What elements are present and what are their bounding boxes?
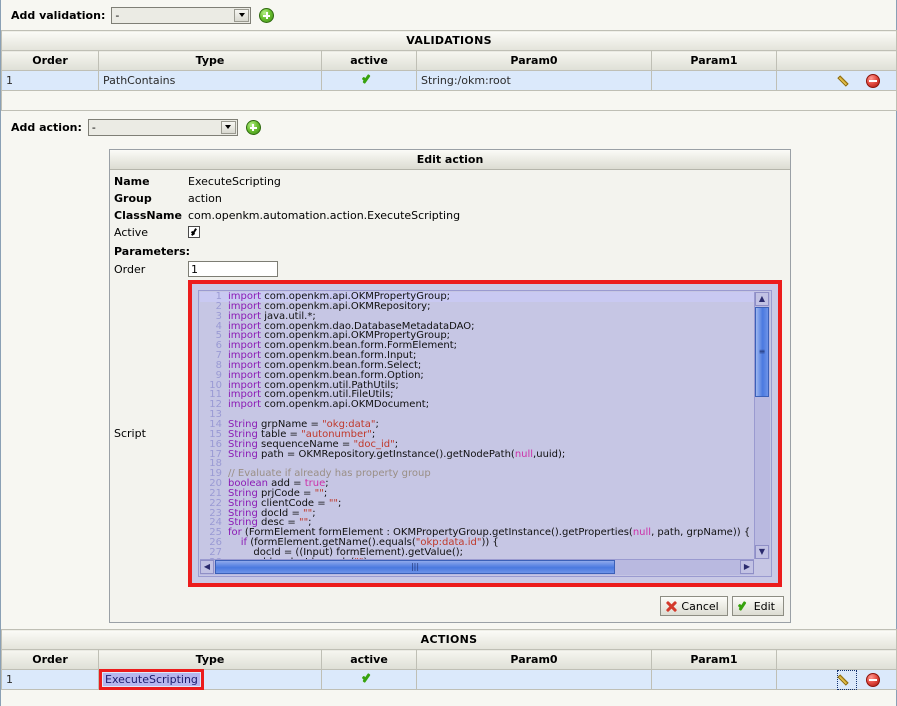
add-action-button[interactable] bbox=[245, 119, 261, 135]
column-header-order: Order bbox=[1, 649, 99, 670]
add-validation-select-value: - bbox=[115, 8, 120, 22]
column-header-active: active bbox=[321, 649, 417, 670]
delete-circle-icon[interactable] bbox=[866, 73, 881, 88]
add-validation-label: Add validation: bbox=[11, 8, 106, 22]
pencil-icon[interactable] bbox=[837, 74, 854, 88]
column-header-type: Type bbox=[98, 649, 322, 670]
field-group-value: action bbox=[188, 192, 222, 205]
add-validation-row: Add validation: - bbox=[1, 0, 896, 30]
validations-header-row: Order Type active Param0 Param1 bbox=[1, 50, 897, 71]
add-action-select-value: - bbox=[91, 120, 96, 134]
field-name-value: ExecuteScripting bbox=[188, 175, 281, 188]
validations-table: VALIDATIONS Order Type active Param0 Par… bbox=[0, 30, 897, 111]
edit-action-panel: Edit action Name ExecuteScripting Group … bbox=[109, 149, 791, 623]
column-header-param1: Param1 bbox=[651, 649, 777, 670]
column-header-actions bbox=[775, 649, 897, 670]
action-param0 bbox=[416, 669, 652, 690]
action-order: 1 bbox=[1, 669, 99, 690]
order-input[interactable] bbox=[188, 261, 278, 277]
add-action-select[interactable]: - bbox=[87, 118, 238, 136]
field-classname-value: com.openkm.automation.action.ExecuteScri… bbox=[188, 209, 461, 222]
actions-header-row: Order Type active Param0 Param1 bbox=[1, 649, 897, 670]
add-validation-button[interactable] bbox=[259, 7, 275, 23]
parameters-label: Parameters: bbox=[114, 245, 191, 258]
check-icon bbox=[362, 673, 376, 684]
editor-vertical-scrollbar[interactable]: ▲ ≡ ▼ bbox=[754, 292, 770, 559]
chevron-down-icon[interactable] bbox=[234, 8, 250, 22]
field-name-label: Name bbox=[114, 175, 150, 188]
edit-action-body: Name ExecuteScripting Group action Class… bbox=[110, 170, 790, 591]
actions-caption-row: ACTIONS bbox=[0, 629, 897, 650]
table-row[interactable]: 1 ExecuteScripting bbox=[1, 669, 897, 690]
automation-rule-editor-page: Add validation: - VALIDATIONS Order Type… bbox=[0, 0, 897, 706]
action-active-cell bbox=[321, 669, 417, 690]
actions-table: ACTIONS Order Type active Param0 Param1 … bbox=[0, 629, 897, 690]
field-active-label: Active bbox=[114, 226, 149, 239]
column-header-param0: Param0 bbox=[416, 649, 652, 670]
pencil-icon[interactable] bbox=[837, 669, 858, 690]
validations-caption-row: VALIDATIONS bbox=[0, 30, 897, 51]
order-row: Order bbox=[114, 261, 790, 277]
field-active-value bbox=[188, 226, 790, 241]
edit-button-label: Edit bbox=[753, 599, 775, 613]
field-name-row: Name ExecuteScripting bbox=[114, 175, 790, 188]
script-code-area[interactable]: 1 import com.openkm.api.OKMPropertyGroup;… bbox=[200, 292, 754, 559]
edit-action-buttons: Cancel Edit bbox=[110, 591, 790, 622]
validations-caption: VALIDATIONS bbox=[0, 30, 897, 51]
action-param1 bbox=[651, 669, 777, 690]
add-action-label: Add action: bbox=[11, 120, 82, 134]
field-group-row: Group action bbox=[114, 192, 790, 205]
horizontal-scroll-thumb[interactable]: ||| bbox=[215, 560, 615, 574]
edit-button[interactable]: Edit bbox=[731, 596, 784, 616]
delete-circle-icon[interactable] bbox=[866, 672, 881, 687]
add-validation-select[interactable]: - bbox=[111, 6, 252, 24]
script-editor-highlight-box: 1 import com.openkm.api.OKMPropertyGroup;… bbox=[188, 280, 782, 587]
active-checkbox[interactable] bbox=[188, 226, 200, 238]
edit-action-panel-wrap: Edit action Name ExecuteScripting Group … bbox=[1, 143, 896, 623]
validation-row-actions bbox=[775, 70, 897, 91]
scroll-up-icon[interactable]: ▲ bbox=[755, 292, 769, 306]
vertical-scroll-thumb[interactable]: ≡ bbox=[755, 307, 769, 397]
cancel-button-label: Cancel bbox=[681, 599, 719, 613]
action-type-cell: ExecuteScripting bbox=[98, 669, 322, 690]
table-row[interactable]: 1 PathContains String:/okm:root bbox=[1, 70, 897, 91]
column-header-type: Type bbox=[98, 50, 322, 71]
validation-order: 1 bbox=[1, 70, 99, 91]
script-code[interactable]: 1 import com.openkm.api.OKMPropertyGroup;… bbox=[200, 292, 754, 559]
scroll-right-icon[interactable]: ▶ bbox=[740, 560, 754, 574]
column-header-param1: Param1 bbox=[651, 50, 777, 71]
column-header-active: active bbox=[321, 50, 417, 71]
column-header-param0: Param0 bbox=[416, 50, 652, 71]
scroll-down-icon[interactable]: ▼ bbox=[755, 545, 769, 559]
table-spacer bbox=[0, 90, 897, 111]
validation-param0: String:/okm:root bbox=[416, 70, 652, 91]
script-label: Script bbox=[114, 427, 146, 440]
column-header-order: Order bbox=[1, 50, 99, 71]
action-row-actions bbox=[775, 669, 897, 690]
edit-check-icon bbox=[738, 601, 750, 612]
field-classname-label: ClassName bbox=[114, 209, 182, 222]
script-editor[interactable]: 1 import com.openkm.api.OKMPropertyGroup;… bbox=[198, 290, 772, 577]
field-active-row: Active bbox=[114, 226, 790, 241]
cancel-x-icon bbox=[666, 601, 677, 612]
cancel-button[interactable]: Cancel bbox=[660, 596, 728, 616]
editor-horizontal-scrollbar[interactable]: ◀ ||| ▶ bbox=[200, 559, 754, 575]
validation-param1 bbox=[651, 70, 777, 91]
add-action-row: Add action: - bbox=[1, 111, 896, 143]
column-header-actions bbox=[775, 50, 897, 71]
chevron-down-icon[interactable] bbox=[220, 120, 236, 134]
validation-type: PathContains bbox=[98, 70, 322, 91]
validation-active-cell bbox=[321, 70, 417, 91]
scroll-left-icon[interactable]: ◀ bbox=[200, 560, 214, 574]
field-classname-row: ClassName com.openkm.automation.action.E… bbox=[114, 209, 790, 222]
action-type: ExecuteScripting bbox=[99, 669, 204, 690]
script-row: Script 1 import com.openkm.api.OKMPropert… bbox=[114, 280, 790, 587]
edit-action-title: Edit action bbox=[110, 150, 790, 170]
check-icon bbox=[362, 74, 376, 85]
actions-caption: ACTIONS bbox=[0, 629, 897, 650]
field-group-label: Group bbox=[114, 192, 152, 205]
order-label: Order bbox=[114, 262, 146, 276]
